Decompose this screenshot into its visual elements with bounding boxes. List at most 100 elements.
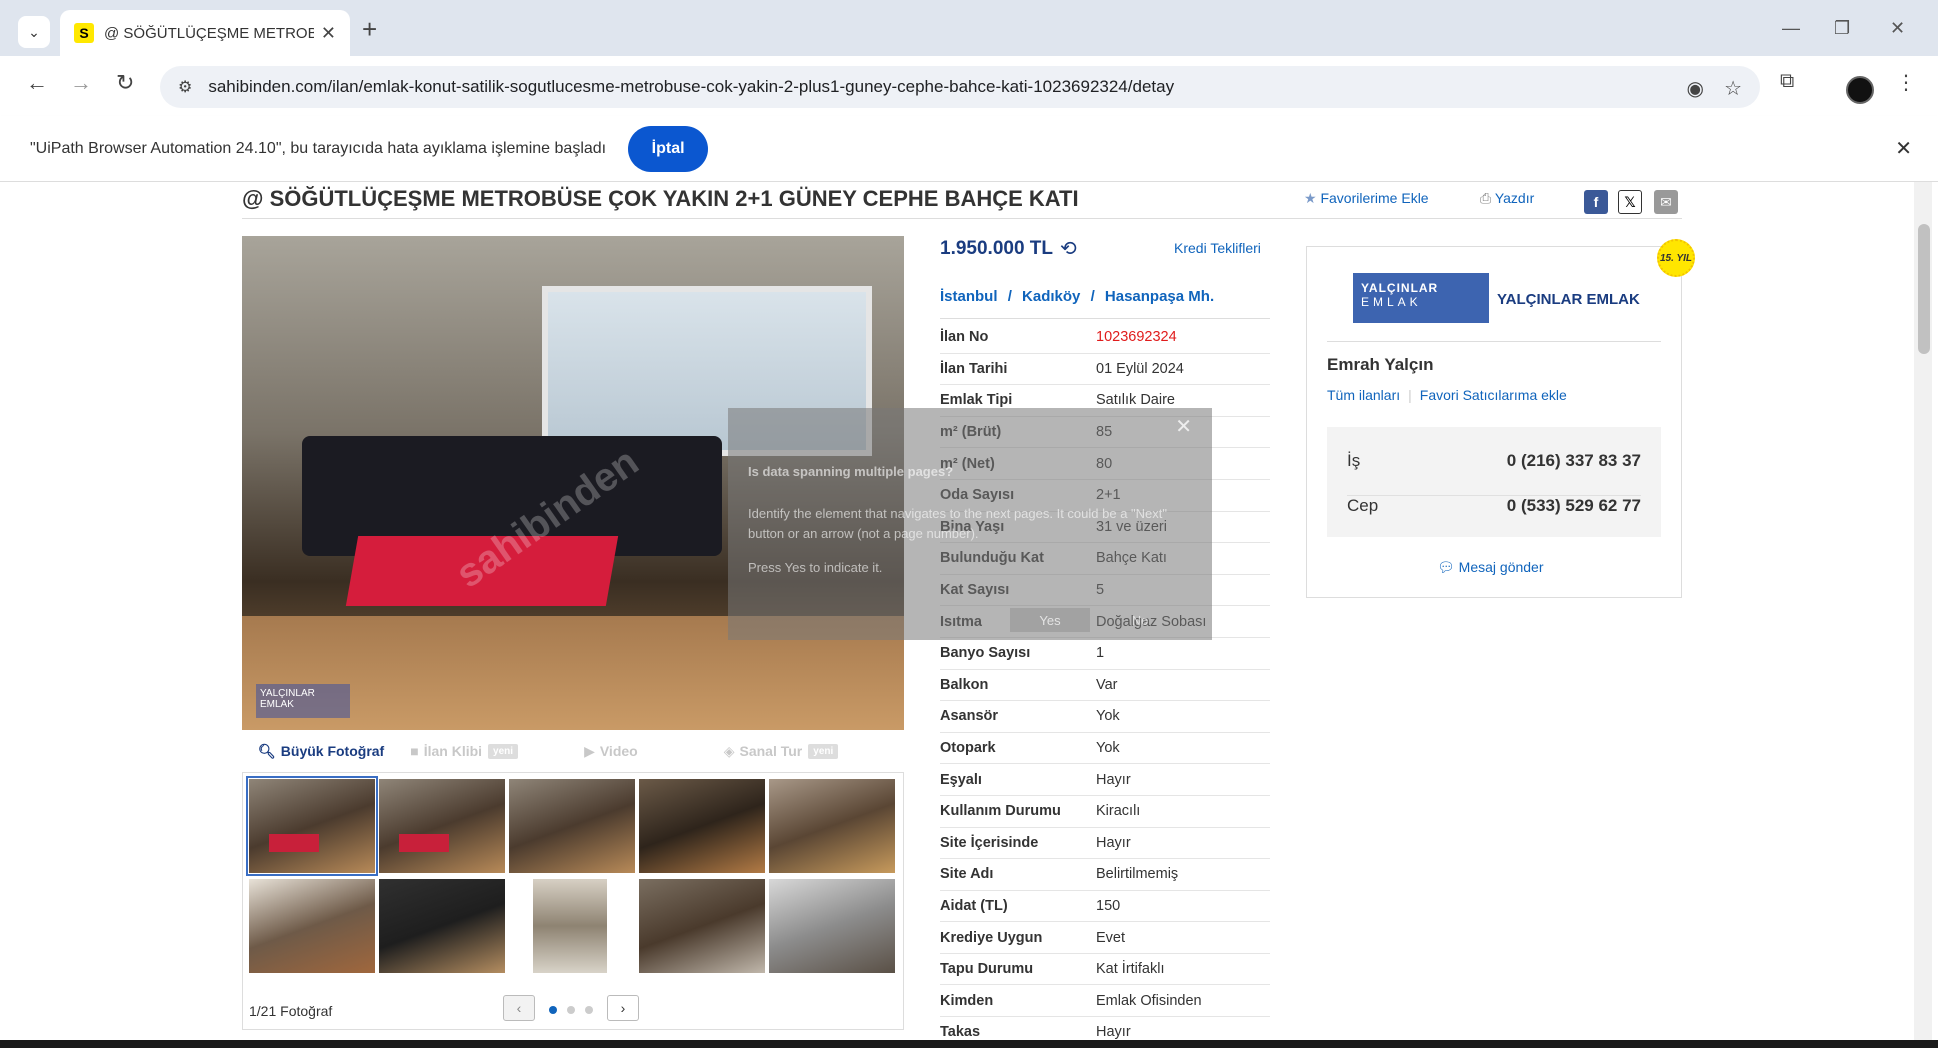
send-message-label: Mesaj gönder xyxy=(1458,559,1544,575)
scroll-thumb[interactable] xyxy=(1918,224,1930,354)
phone-row-work: İş 0 (216) 337 83 37 xyxy=(1347,451,1641,471)
thumbnail[interactable] xyxy=(769,779,895,873)
print-link[interactable]: ⎙ Yazdır xyxy=(1480,190,1534,207)
tab-close-icon[interactable]: ✕ xyxy=(321,23,336,44)
overlay-yes-button[interactable]: Yes xyxy=(1010,608,1090,632)
detail-value: Evet xyxy=(1096,929,1126,946)
credit-offers-link[interactable]: Kredi Teklifleri xyxy=(1174,240,1261,256)
detail-label: Eşyalı xyxy=(940,771,982,788)
thumbnail[interactable] xyxy=(246,776,378,876)
eye-off-icon[interactable]: ◉ xyxy=(1687,76,1704,101)
play-icon: ▶ xyxy=(584,742,595,759)
listing-price: 1.950.000 TL xyxy=(940,238,1054,259)
detail-row: Banyo Sayısı 1 xyxy=(940,638,1270,670)
prev-photos-button[interactable]: ‹ xyxy=(503,995,535,1021)
detail-label: Banyo Sayısı xyxy=(940,645,1031,662)
location-neighborhood[interactable]: Hasanpaşa Mh. xyxy=(1105,288,1214,305)
phone-number[interactable]: 0 (216) 337 83 37 xyxy=(1507,451,1641,471)
detail-value: Belirtilmemiş xyxy=(1096,866,1179,883)
detail-value: 01 Eylül 2024 xyxy=(1096,360,1184,377)
tour-icon: ◈ xyxy=(723,742,735,759)
detail-value: Hayır xyxy=(1096,771,1131,788)
location-sep: / xyxy=(1007,288,1012,305)
new-tab-icon[interactable]: + xyxy=(362,14,377,45)
send-message-link[interactable]: 💬︎ Mesaj gönder xyxy=(1437,559,1544,576)
location-city[interactable]: İstanbul xyxy=(940,288,998,305)
infobar-close-icon[interactable]: ✕ xyxy=(1895,136,1912,161)
phone-number[interactable]: 0 (533) 529 62 77 xyxy=(1507,496,1641,516)
menu-dots-icon[interactable]: ⋮ xyxy=(1896,70,1916,95)
reload-icon[interactable]: ↻ xyxy=(116,70,134,96)
pager-dot[interactable] xyxy=(549,1006,557,1014)
pager-dot[interactable] xyxy=(567,1006,575,1014)
profile-avatar[interactable] xyxy=(1846,76,1874,104)
cancel-debug-button[interactable]: İptal xyxy=(628,125,709,172)
location-district[interactable]: Kadıköy xyxy=(1022,288,1080,305)
seller-logo[interactable]: YALÇINLAR EMLAK xyxy=(1353,273,1489,323)
back-arrow-icon[interactable]: ← xyxy=(26,70,48,96)
address-bar[interactable]: ⚙ sahibinden.com/ilan/emlak-konut-satili… xyxy=(160,66,1760,108)
bookmark-star-icon[interactable]: ☆ xyxy=(1724,76,1742,101)
chevron-left-icon: ‹ xyxy=(516,1000,522,1016)
listing-clip-label: İlan Klibi xyxy=(423,743,483,759)
seller-company-name[interactable]: YALÇINLAR EMLAK xyxy=(1497,291,1640,308)
detail-value: 1 xyxy=(1096,645,1105,662)
virtual-tour-button[interactable]: ◈ Sanal Tur yeni xyxy=(724,743,839,760)
detail-value: 1023692324 xyxy=(1096,329,1177,346)
taskbar-strip xyxy=(0,1040,1938,1048)
add-favorite-seller-link[interactable]: Favori Satıcılarıma ekle xyxy=(1420,387,1567,403)
overlay-close-icon[interactable]: ✕ xyxy=(1175,414,1192,439)
detail-label: Aidat (TL) xyxy=(940,897,1008,914)
extensions-icon[interactable]: ⧉ xyxy=(1780,70,1794,93)
browser-toolbar: ← → ↻ ⚙ sahibinden.com/ilan/emlak-konut-… xyxy=(0,56,1938,116)
facebook-share-icon[interactable]: f xyxy=(1584,190,1608,214)
detail-value: Kat İrtifaklı xyxy=(1096,961,1165,978)
camera-icon: ■ xyxy=(410,743,419,759)
tab-search-button[interactable]: ⌄ xyxy=(18,16,50,48)
star-icon: ★ xyxy=(1304,190,1317,206)
large-photo-label: Büyük Fotoğraf xyxy=(280,743,385,759)
chevron-down-icon: ⌄ xyxy=(28,23,40,40)
price-history-icon[interactable]: ⟲ xyxy=(1060,236,1077,261)
link-separator: | xyxy=(1408,387,1412,403)
detail-row: Balkon Var xyxy=(940,670,1270,702)
email-share-icon[interactable]: ✉ xyxy=(1654,190,1678,214)
window-close-icon[interactable]: ✕ xyxy=(1890,18,1905,39)
forward-arrow-icon[interactable]: → xyxy=(70,70,92,96)
media-bar: 🔍︎ Büyük Fotoğraf ■ İlan Klibi yeni ▶ Video … xyxy=(242,736,904,766)
next-photos-button[interactable]: › xyxy=(607,995,639,1021)
thumbnail[interactable] xyxy=(769,879,895,973)
detail-row: Kullanım Durumu Kiracılı xyxy=(940,796,1270,828)
detail-value: Yok xyxy=(1096,708,1120,725)
x-share-icon[interactable]: 𝕏 xyxy=(1618,190,1642,214)
thumbnail[interactable] xyxy=(533,879,607,973)
thumbnail[interactable] xyxy=(639,779,765,873)
chat-bubble-icon: 💬︎ xyxy=(1437,559,1455,575)
thumbnail[interactable] xyxy=(249,879,375,973)
thumbnail[interactable] xyxy=(509,779,635,873)
title-divider xyxy=(242,218,1682,219)
detail-label: Kullanım Durumu xyxy=(940,803,1061,820)
seller-links: Tüm ilanları | Favori Satıcılarıma ekle xyxy=(1327,387,1567,403)
detail-value: Hayır xyxy=(1096,834,1131,851)
listing-clip-button[interactable]: ■ İlan Klibi yeni xyxy=(410,743,519,759)
detail-row: Otopark Yok xyxy=(940,733,1270,765)
page-scrollbar[interactable] xyxy=(1914,182,1932,1048)
video-button[interactable]: ▶ Video xyxy=(584,743,638,760)
detail-value: 150 xyxy=(1096,897,1121,914)
site-info-icon[interactable]: ⚙ xyxy=(178,77,192,97)
thumbnail[interactable] xyxy=(639,879,765,973)
detail-label: İlan No xyxy=(940,329,989,346)
favorite-link[interactable]: ★ Favorilerime Ekle xyxy=(1304,190,1429,207)
pager-dot[interactable] xyxy=(585,1006,593,1014)
all-listings-link[interactable]: Tüm ilanları xyxy=(1327,387,1400,403)
detail-row: İlan No 1023692324 xyxy=(940,322,1270,354)
minimize-icon[interactable]: — xyxy=(1782,18,1800,39)
overlay-no-button[interactable]: No xyxy=(1100,608,1180,632)
browser-tab[interactable]: S @ SÖĞÜTLÜÇEŞME METROBÜS ✕ xyxy=(60,10,350,56)
restore-icon[interactable]: ❐ xyxy=(1834,18,1850,39)
thumbnail[interactable] xyxy=(379,879,505,973)
magnifier-icon: 🔍︎ xyxy=(258,742,276,759)
large-photo-button[interactable]: 🔍︎ Büyük Fotoğraf xyxy=(258,743,384,760)
thumbnail[interactable] xyxy=(379,779,505,873)
